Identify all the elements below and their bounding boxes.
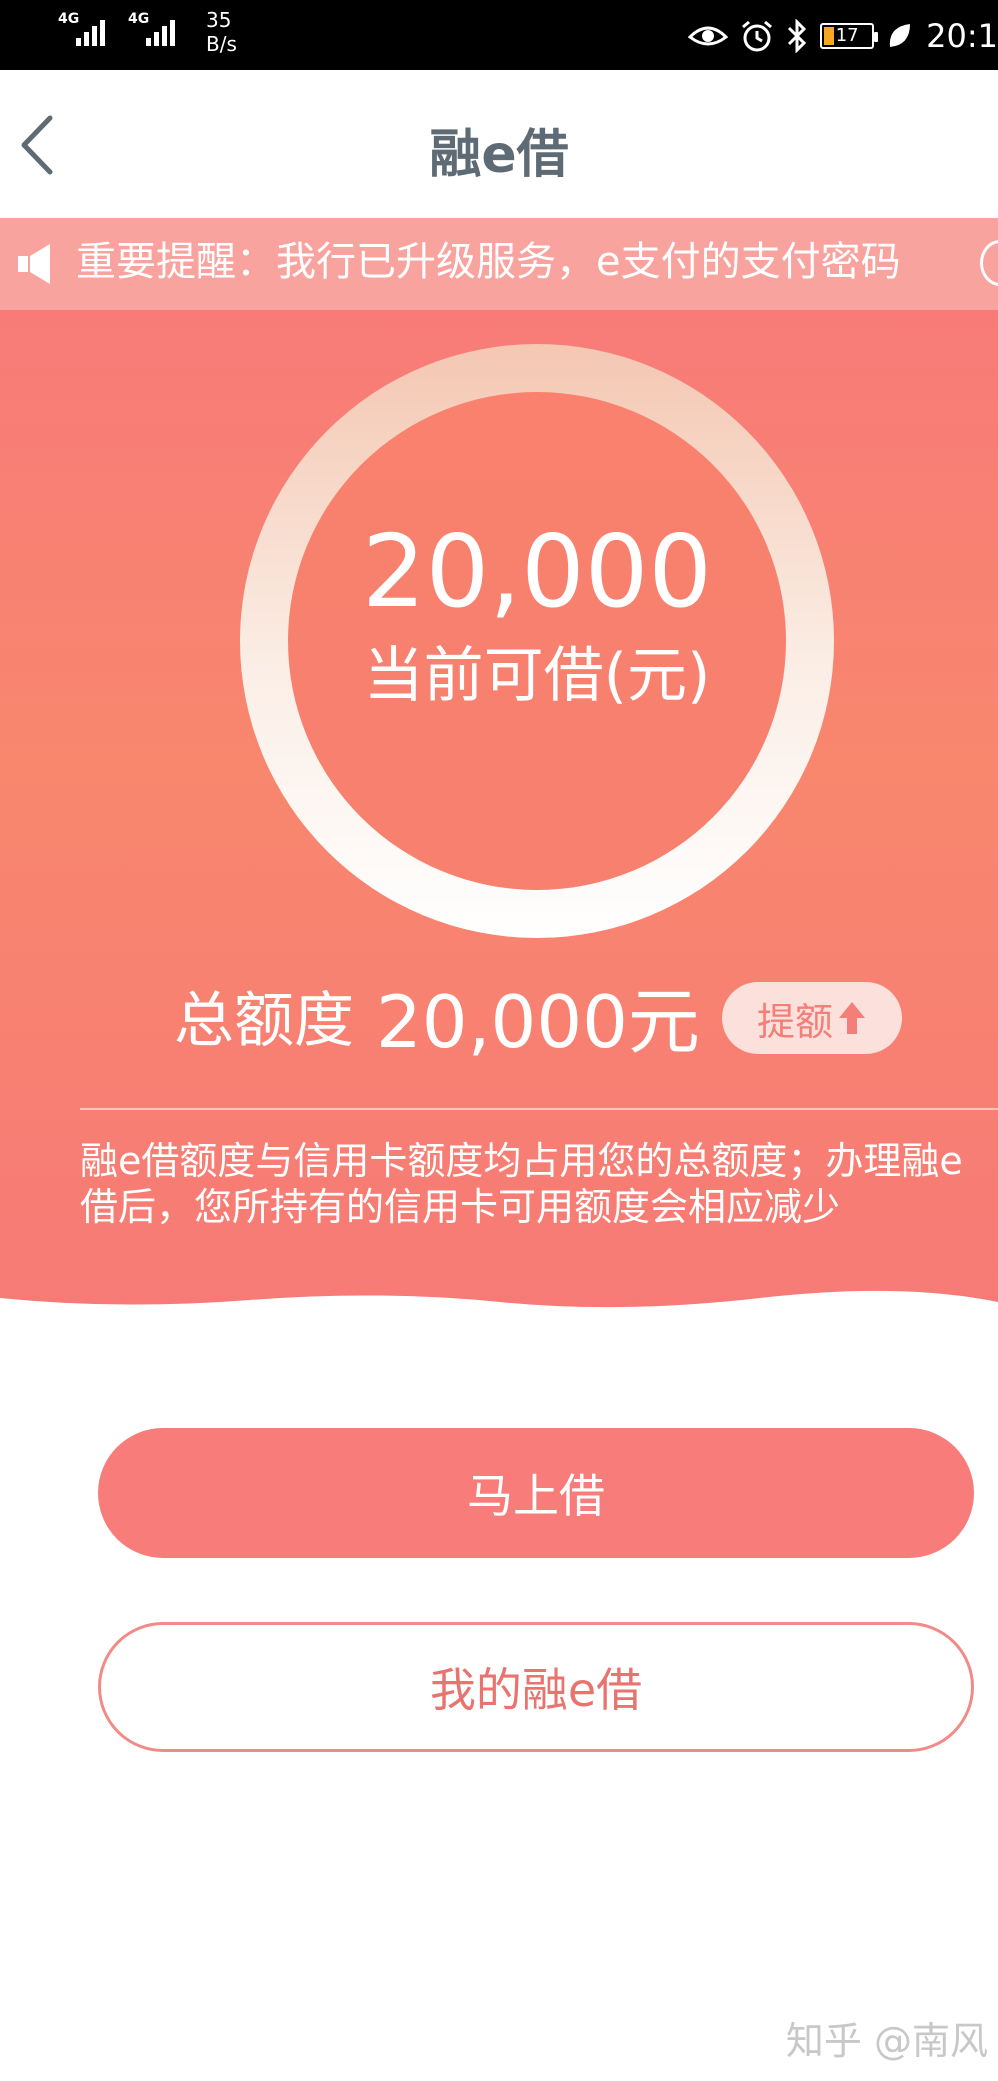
credit-description: 融e借额度与信用卡额度均占用您的总额度；办理融e借后，您所持有的信用卡可用额度会… — [80, 1139, 963, 1229]
notice-text: 重要提醒：我行已升级服务，e支付的支付密码 — [76, 239, 901, 285]
available-amount: 20,000 — [362, 513, 712, 630]
my-loan-button[interactable]: 我的融e借 — [98, 1622, 974, 1752]
total-credit-value: 20,000元 — [376, 979, 700, 1064]
alarm-icon — [742, 20, 773, 52]
status-bar: 4G 4G 35 B/s 17 20:1 — [0, 0, 998, 70]
signal-strength-icon: 4G — [58, 8, 114, 52]
network-speed: 35 B/s — [206, 8, 237, 56]
nav-bar: 融e借 — [0, 70, 998, 218]
raise-limit-label: 提额 — [756, 999, 833, 1044]
total-credit-label: 总额度 — [174, 985, 354, 1056]
clock-time: 20:1 — [926, 17, 998, 55]
credit-ring-center: 20,000 当前可借(元) — [288, 392, 786, 890]
network-speed-value: 35 — [206, 8, 232, 32]
wave-divider — [0, 1290, 998, 1328]
divider — [80, 1108, 998, 1110]
available-label: 当前可借(元) — [363, 641, 711, 711]
watermark: 知乎 @南风 — [785, 2019, 988, 2063]
credit-ring: 20,000 当前可借(元) — [240, 344, 834, 938]
speaker-icon — [18, 244, 50, 284]
credit-panel: 20,000 当前可借(元) 总额度 20,000元 提额 融e借额度与信用卡额… — [0, 310, 998, 1328]
status-left: 4G 4G 35 B/s — [58, 8, 237, 56]
eye-comfort-icon — [688, 26, 729, 46]
battery-icon: 17 — [820, 23, 879, 49]
total-credit: 总额度 20,000元 — [174, 970, 700, 1064]
notice-more-icon — [980, 240, 998, 286]
bluetooth-icon — [788, 19, 807, 53]
raise-limit-button[interactable]: 提额 — [722, 982, 902, 1054]
battery-level: 17 — [835, 25, 859, 46]
leaf-icon — [889, 24, 911, 47]
arrow-up-icon — [839, 1002, 865, 1034]
signal-strength-icon: 4G — [128, 8, 184, 52]
notice-bar[interactable]: 重要提醒：我行已升级服务，e支付的支付密码 — [0, 218, 998, 310]
status-right: 17 20:1 — [688, 14, 998, 58]
borrow-now-button[interactable]: 马上借 — [98, 1428, 974, 1558]
page-title: 融e借 — [429, 125, 569, 185]
network-speed-unit: B/s — [206, 32, 237, 56]
